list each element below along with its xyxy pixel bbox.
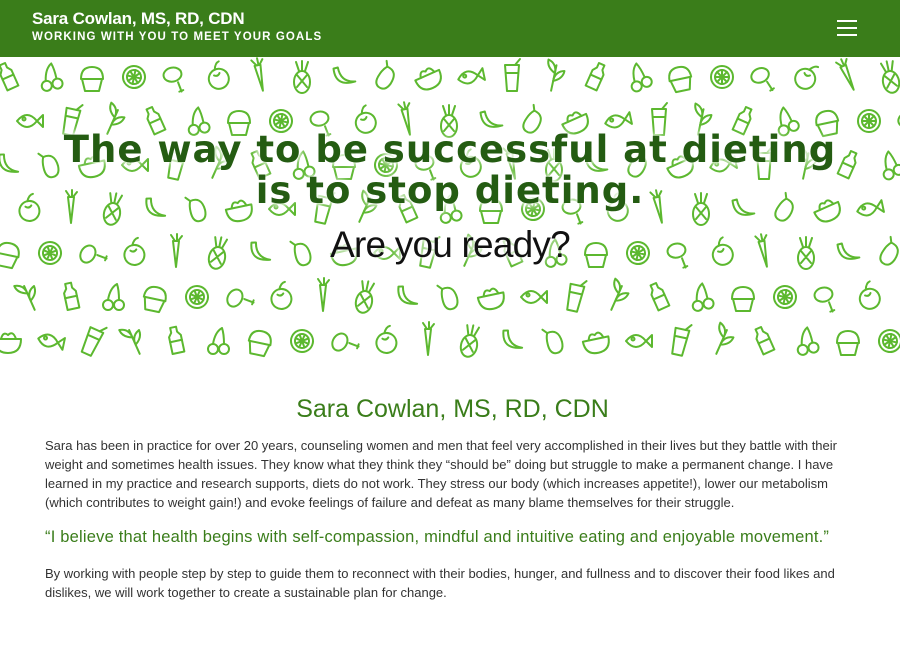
hero-headline: The way to be successful at dieting is t… [63,128,837,212]
brand-tagline: WORKING WITH YOU TO MEET YOUR GOALS [32,31,323,43]
hero-text: The way to be successful at dieting is t… [0,129,900,266]
about-section: Sara Cowlan, MS, RD, CDN Sara has been i… [45,394,860,602]
site-header: Sara Cowlan, MS, RD, CDN WORKING WITH YO… [0,0,900,57]
hero-banner: The way to be successful at dieting is t… [0,57,900,360]
bio-paragraph: Sara has been in practice for over 20 ye… [45,438,837,510]
quote-text: “I believe that health begins with self-… [45,528,830,546]
hero-subheadline: Are you ready? [330,224,571,265]
hamburger-menu-icon[interactable] [834,17,860,39]
closing-paragraph: By working with people step by step to g… [45,566,835,600]
brand-name: Sara Cowlan, MS, RD, CDN [32,9,245,28]
section-title: Sara Cowlan, MS, RD, CDN [296,395,609,423]
brand-link[interactable]: Sara Cowlan, MS, RD, CDN WORKING WITH YO… [32,9,322,44]
